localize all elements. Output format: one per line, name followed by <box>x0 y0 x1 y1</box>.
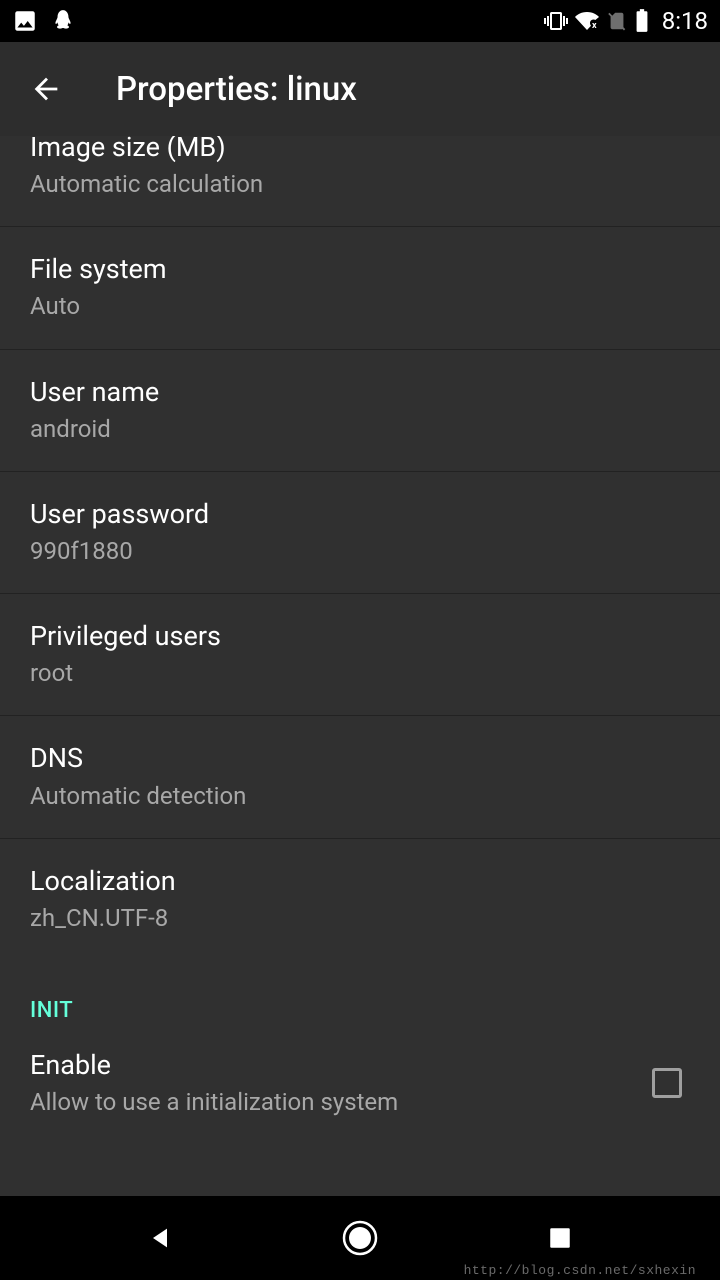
setting-dns[interactable]: DNS Automatic detection <box>0 716 720 838</box>
qq-notification-icon <box>50 8 76 34</box>
status-right: x 8:18 <box>544 7 708 35</box>
status-time: 8:18 <box>662 7 708 35</box>
nav-recent-button[interactable] <box>536 1214 584 1262</box>
no-sim-icon <box>606 9 628 33</box>
watermark: http://blog.csdn.net/sxhexin <box>464 1263 696 1278</box>
setting-file-system[interactable]: File system Auto <box>0 227 720 349</box>
triangle-back-icon <box>146 1224 174 1252</box>
svg-text:x: x <box>592 21 597 31</box>
back-button[interactable] <box>28 71 64 107</box>
setting-user-name[interactable]: User name android <box>0 350 720 472</box>
setting-value: Automatic detection <box>30 781 690 812</box>
setting-title: Image size (MB) <box>30 136 690 165</box>
setting-user-password[interactable]: User password 990f1880 <box>0 472 720 594</box>
setting-privileged-users[interactable]: Privileged users root <box>0 594 720 716</box>
setting-title: Privileged users <box>30 619 690 654</box>
setting-title: User name <box>30 375 690 410</box>
vibrate-icon <box>544 9 568 33</box>
battery-icon <box>634 8 650 34</box>
nav-home-button[interactable] <box>336 1214 384 1262</box>
status-bar: x 8:18 <box>0 0 720 42</box>
setting-value: android <box>30 414 690 445</box>
settings-list[interactable]: Image size (MB) Automatic calculation Fi… <box>0 136 720 1196</box>
setting-title: File system <box>30 252 690 287</box>
enable-checkbox[interactable] <box>652 1068 682 1098</box>
setting-title: DNS <box>30 741 690 776</box>
section-header-init: INIT <box>0 960 720 1023</box>
arrow-back-icon <box>29 72 63 106</box>
nav-back-button[interactable] <box>136 1214 184 1262</box>
setting-value: root <box>30 658 690 689</box>
setting-value: zh_CN.UTF-8 <box>30 903 690 934</box>
setting-value: Automatic calculation <box>30 169 690 200</box>
image-notification-icon <box>12 8 38 34</box>
setting-init-enable[interactable]: Enable Allow to use a initialization sys… <box>0 1023 720 1144</box>
setting-value: 990f1880 <box>30 536 690 567</box>
square-recent-icon <box>547 1225 573 1251</box>
setting-title: Enable <box>30 1048 652 1083</box>
setting-title: Localization <box>30 864 690 899</box>
status-left <box>12 8 76 34</box>
setting-value: Allow to use a initialization system <box>30 1087 652 1118</box>
page-title: Properties: linux <box>116 70 357 109</box>
wifi-icon: x <box>574 9 600 33</box>
setting-image-size[interactable]: Image size (MB) Automatic calculation <box>0 136 720 227</box>
setting-localization[interactable]: Localization zh_CN.UTF-8 <box>0 839 720 960</box>
circle-home-icon <box>340 1218 380 1258</box>
setting-value: Auto <box>30 291 690 322</box>
section-label: INIT <box>30 998 690 1023</box>
app-bar: Properties: linux <box>0 42 720 136</box>
setting-title: User password <box>30 497 690 532</box>
